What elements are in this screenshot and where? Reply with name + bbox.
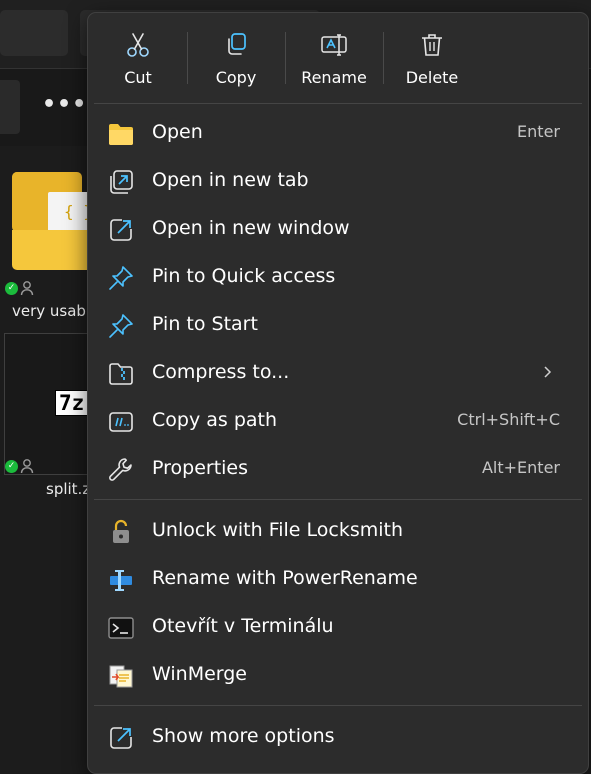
rename-icon xyxy=(320,31,348,59)
folder-icon xyxy=(108,121,134,147)
copy-button[interactable]: Copy xyxy=(188,23,284,95)
menu-item-label: Unlock with File Locksmith xyxy=(152,519,404,541)
sync-status-icon: ✓ xyxy=(5,282,18,295)
shortcut-text: Alt+Enter xyxy=(481,458,560,477)
menu-item-open-new-tab[interactable]: Open in new tab xyxy=(94,158,582,204)
copy-icon xyxy=(222,31,250,59)
menu-item-open[interactable]: Open Enter xyxy=(94,110,582,156)
menu-item-powerrename[interactable]: Rename with PowerRename xyxy=(94,556,582,602)
shared-person-icon xyxy=(19,280,35,296)
cut-button[interactable]: Cut xyxy=(90,23,186,95)
menu-item-pin-quick-access[interactable]: Pin to Quick access xyxy=(94,254,582,300)
cut-label: Cut xyxy=(124,68,152,87)
command-bar-button[interactable] xyxy=(0,80,20,134)
menu-item-open-new-window[interactable]: Open in new window xyxy=(94,206,582,252)
pin-icon xyxy=(108,313,134,339)
shortcut-text: Enter xyxy=(517,122,560,141)
context-menu: Cut Copy Rename Delete Open Enter Open i… xyxy=(87,12,589,774)
menu-item-file-locksmith[interactable]: Unlock with File Locksmith xyxy=(94,508,582,554)
delete-label: Delete xyxy=(405,68,459,87)
menu-item-label: Copy as path xyxy=(152,409,278,431)
separator xyxy=(94,499,582,500)
more-dots-icon[interactable]: ••• xyxy=(42,92,86,117)
zip-folder-icon xyxy=(108,361,134,387)
separator xyxy=(94,103,582,104)
menu-item-label: Open in new window xyxy=(152,217,350,239)
zip-file-item[interactable]: 7z xyxy=(4,333,101,475)
copy-path-icon xyxy=(108,409,134,435)
rename-button[interactable]: Rename xyxy=(286,23,382,95)
menu-item-label: Open xyxy=(152,121,203,143)
nav-field[interactable] xyxy=(0,10,68,56)
quick-action-bar: Cut Copy Rename Delete xyxy=(88,13,588,103)
menu-item-pin-start[interactable]: Pin to Start xyxy=(94,302,582,348)
menu-item-label: Rename with PowerRename xyxy=(152,567,418,589)
menu-item-copy-as-path[interactable]: Copy as path Ctrl+Shift+C xyxy=(94,398,582,444)
menu-item-properties[interactable]: Properties Alt+Enter xyxy=(94,446,582,492)
wrench-icon xyxy=(108,457,134,483)
new-tab-icon xyxy=(108,169,134,195)
separator xyxy=(94,705,582,706)
copy-label: Copy xyxy=(215,68,257,87)
folder-item[interactable]: { } ✓ very usab xyxy=(0,150,96,328)
show-more-icon xyxy=(108,725,134,751)
menu-item-label: WinMerge xyxy=(152,663,247,685)
menu-item-open-terminal[interactable]: Otevřít v Terminálu xyxy=(94,604,582,650)
chevron-right-icon xyxy=(538,363,556,381)
powerrename-icon xyxy=(108,567,134,593)
pin-icon xyxy=(108,265,134,291)
folder-name: very usab xyxy=(12,302,86,320)
terminal-icon xyxy=(108,615,134,641)
winmerge-icon xyxy=(108,663,134,689)
zip-file-name: split.z xyxy=(46,480,91,498)
menu-item-label: Properties xyxy=(152,457,249,479)
padlock-icon xyxy=(108,519,134,545)
shortcut-text: Ctrl+Shift+C xyxy=(457,410,560,429)
menu-item-winmerge[interactable]: WinMerge xyxy=(94,652,582,698)
zip-badge: 7z xyxy=(59,391,85,415)
scissors-icon xyxy=(124,31,152,59)
shared-person-icon xyxy=(19,458,35,474)
menu-item-show-more-options[interactable]: Show more options xyxy=(94,714,582,760)
menu-item-label: Pin to Start xyxy=(152,313,258,335)
menu-item-compress[interactable]: Compress to... xyxy=(94,350,582,396)
menu-item-label: Open in new tab xyxy=(152,169,309,191)
delete-button[interactable]: Delete xyxy=(384,23,480,95)
new-window-icon xyxy=(108,217,134,243)
menu-item-label: Otevřít v Terminálu xyxy=(152,615,334,637)
sync-status-icon: ✓ xyxy=(5,460,18,473)
menu-item-label: Compress to... xyxy=(152,361,290,383)
rename-label: Rename xyxy=(301,68,367,87)
menu-item-label: Pin to Quick access xyxy=(152,265,336,287)
trash-icon xyxy=(418,31,446,59)
menu-item-label: Show more options xyxy=(152,725,335,747)
